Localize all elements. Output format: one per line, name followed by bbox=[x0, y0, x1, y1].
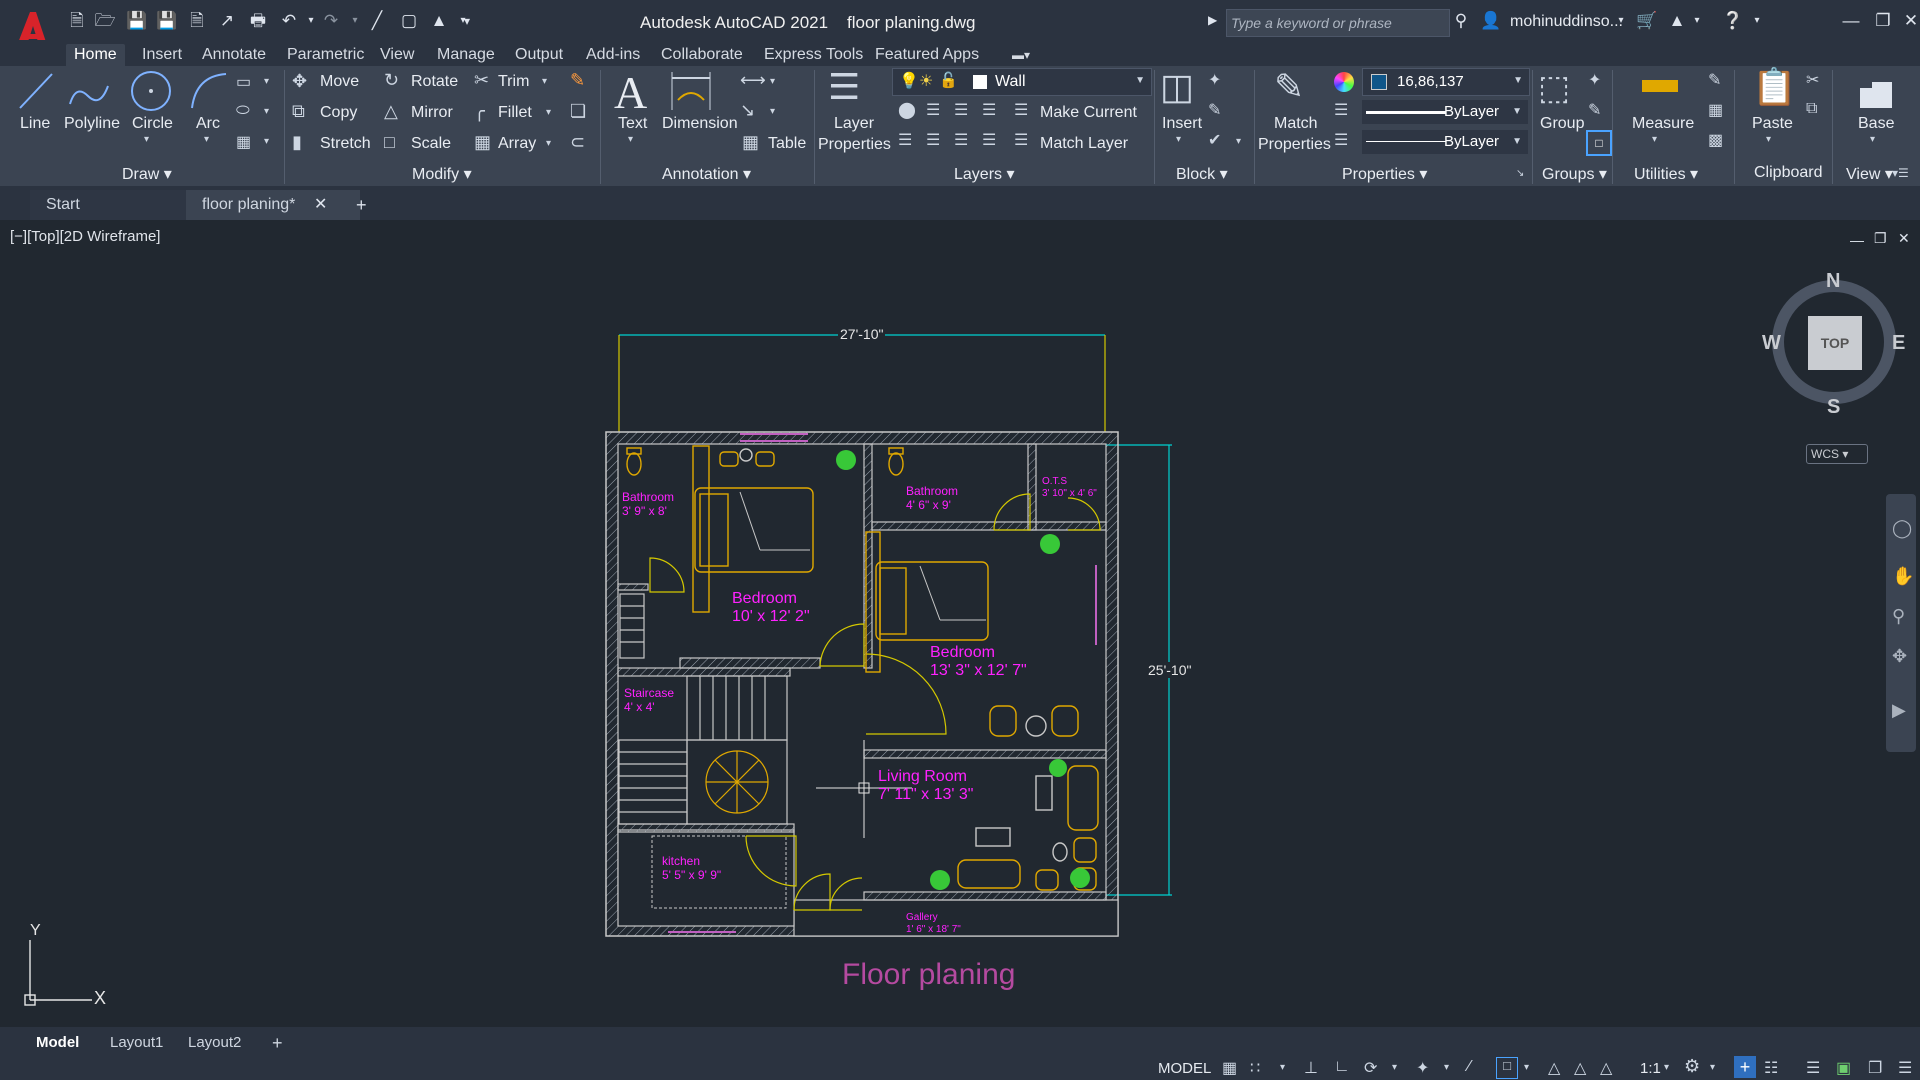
extension-lines bbox=[618, 335, 1106, 432]
showmotion-icon[interactable]: ▶ bbox=[1892, 700, 1906, 721]
room-size: 10' x 12' 2" bbox=[732, 608, 810, 625]
new-layout-icon[interactable]: + bbox=[266, 1032, 289, 1054]
room-size: 5' 5" x 9' 9" bbox=[662, 868, 722, 882]
scale-dropdown-icon[interactable]: ▾ bbox=[1664, 1062, 1669, 1073]
viewcube-east[interactable]: E bbox=[1892, 332, 1905, 355]
tab-layout2[interactable]: Layout2 bbox=[182, 1032, 247, 1054]
grid-icon[interactable]: ▦ bbox=[1222, 1058, 1237, 1078]
object-snap-tracking-icon[interactable]: ✦ bbox=[1416, 1058, 1429, 1078]
room-name: Living Room bbox=[878, 768, 967, 785]
polar-icon[interactable]: ⟳ bbox=[1364, 1058, 1377, 1078]
customization-menu-icon[interactable]: ☰ bbox=[1898, 1058, 1912, 1078]
viewcube-south[interactable]: S bbox=[1827, 396, 1840, 419]
workspace-dropdown-icon[interactable]: ▾ bbox=[1710, 1062, 1715, 1073]
quick-properties-icon[interactable]: ☰ bbox=[1806, 1058, 1820, 1078]
hardware-acceleration-icon[interactable]: ❐ bbox=[1868, 1058, 1882, 1078]
tab-model[interactable]: Model bbox=[30, 1032, 85, 1054]
room-name: Staircase bbox=[624, 686, 675, 700]
navigation-bar[interactable]: ◯ ✋ ⚲ ✥ ▶ bbox=[1886, 494, 1916, 752]
steering-wheel-icon[interactable]: ◯ bbox=[1892, 518, 1912, 539]
wcs-dropdown[interactable]: WCS ▾ bbox=[1806, 444, 1868, 464]
annotation-scale-icon[interactable]: △ bbox=[1600, 1058, 1612, 1078]
room-label-gallery: Gallery 1' 6" x 18' 7" bbox=[906, 912, 961, 936]
selection-dropdown-icon[interactable]: ▾ bbox=[1524, 1062, 1529, 1073]
room-size: 3' 9" x 8' bbox=[622, 504, 667, 518]
room-label-bathroom-2: Bathroom 4' 6" x 9' bbox=[906, 484, 958, 512]
room-name: Bathroom bbox=[622, 490, 675, 504]
room-label-bathroom-1: Bathroom 3' 9" x 8' bbox=[622, 490, 674, 518]
annotation-monitor-icon[interactable]: + bbox=[1734, 1056, 1756, 1078]
room-name: Bathroom bbox=[906, 484, 959, 498]
room-label-ots: O.T.S 3' 10" x 4' 6" bbox=[1042, 476, 1097, 500]
polar-dropdown-icon[interactable]: ▾ bbox=[1392, 1062, 1397, 1073]
model-space-button[interactable]: MODEL bbox=[1158, 1060, 1211, 1077]
room-name: Bedroom bbox=[732, 590, 797, 607]
viewcube-west[interactable]: W bbox=[1762, 332, 1781, 355]
ucs-x-label: X bbox=[94, 988, 107, 1008]
room-name: Bedroom bbox=[930, 644, 995, 661]
room-size: 4' 6" x 9' bbox=[906, 498, 951, 512]
annotation-autoscale-icon[interactable]: △ bbox=[1574, 1058, 1586, 1078]
room-size: 7' 11" x 13' 3" bbox=[878, 786, 974, 803]
room-name: Gallery bbox=[906, 912, 938, 923]
room-size: 3' 10" x 4' 6" bbox=[1042, 488, 1097, 499]
room-size: 13' 3" x 12' 7" bbox=[930, 662, 1027, 679]
status-bar bbox=[0, 1057, 1920, 1080]
dimension-text-height: 25'-10" bbox=[1146, 662, 1194, 678]
room-size: 4' x 4' bbox=[624, 700, 655, 714]
ortho-icon[interactable]: ∟ bbox=[1334, 1058, 1350, 1076]
annotation-scale-value[interactable]: 1:1 bbox=[1640, 1060, 1661, 1077]
snap-icon[interactable]: ∷ bbox=[1250, 1058, 1260, 1078]
viewcube-north[interactable]: N bbox=[1826, 270, 1840, 293]
room-name: O.T.S bbox=[1042, 476, 1068, 487]
dimension-text-width: 27'-10" bbox=[838, 326, 886, 342]
annotation-visibility-icon[interactable]: △ bbox=[1548, 1058, 1560, 1078]
room-label-bedroom-2: Bedroom 13' 3" x 12' 7" bbox=[930, 644, 1027, 680]
selection-cycling-icon[interactable]: □ bbox=[1496, 1057, 1518, 1079]
workspace-gear-icon[interactable]: ⚙ bbox=[1684, 1056, 1700, 1077]
viewcube-top-face[interactable]: TOP bbox=[1808, 316, 1862, 370]
room-label-kitchen: kitchen 5' 5" x 9' 9" bbox=[662, 854, 721, 882]
osnap-dropdown-icon[interactable]: ▾ bbox=[1444, 1062, 1449, 1073]
room-label-living-room: Living Room 7' 11" x 13' 3" bbox=[878, 768, 973, 804]
room-label-staircase: Staircase 4' x 4' bbox=[624, 686, 674, 714]
room-name: kitchen bbox=[662, 854, 701, 868]
ucs-y-label: Y bbox=[30, 922, 41, 939]
units-icon[interactable]: ☷ bbox=[1764, 1058, 1778, 1078]
infer-constraints-icon[interactable]: ⊥ bbox=[1304, 1058, 1318, 1078]
drawing-title: Floor planing bbox=[842, 958, 1016, 991]
pan-icon[interactable]: ✋ bbox=[1892, 566, 1914, 587]
lineweight-toggle-icon[interactable]: ∕ bbox=[1468, 1058, 1471, 1076]
room-label-bedroom-1: Bedroom 10' x 12' 2" bbox=[732, 590, 810, 626]
zoom-extents-icon[interactable]: ⚲ bbox=[1892, 606, 1905, 627]
orbit-icon[interactable]: ✥ bbox=[1892, 646, 1907, 667]
viewcube[interactable]: TOP N S W E bbox=[1762, 270, 1905, 418]
snap-dropdown-icon[interactable]: ▾ bbox=[1280, 1062, 1285, 1073]
spiral-stair bbox=[705, 750, 769, 814]
tab-layout1[interactable]: Layout1 bbox=[104, 1032, 169, 1054]
ucs-icon bbox=[24, 940, 92, 1006]
isolate-objects-icon[interactable]: ▣ bbox=[1836, 1058, 1851, 1078]
room-size: 1' 6" x 18' 7" bbox=[906, 924, 961, 935]
